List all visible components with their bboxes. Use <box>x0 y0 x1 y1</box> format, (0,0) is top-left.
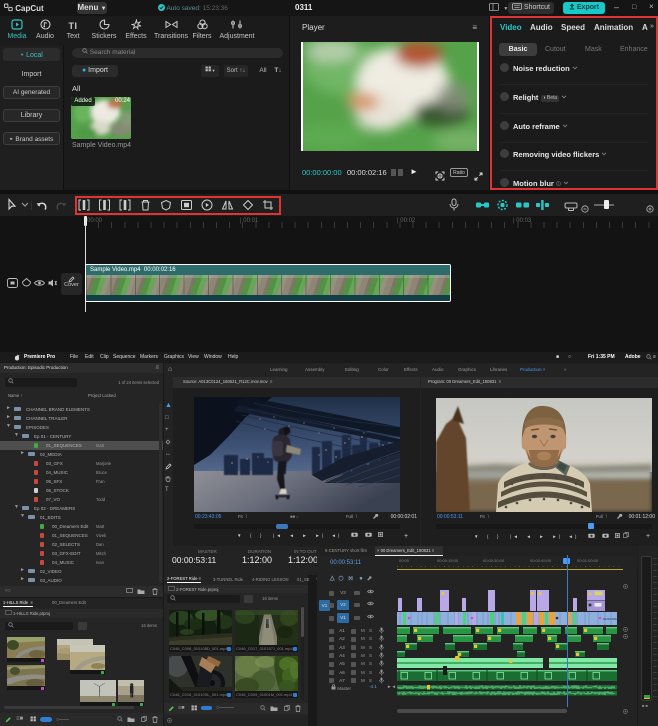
svg-text:MUSICDMA: MUSICDMA <box>603 617 618 621</box>
